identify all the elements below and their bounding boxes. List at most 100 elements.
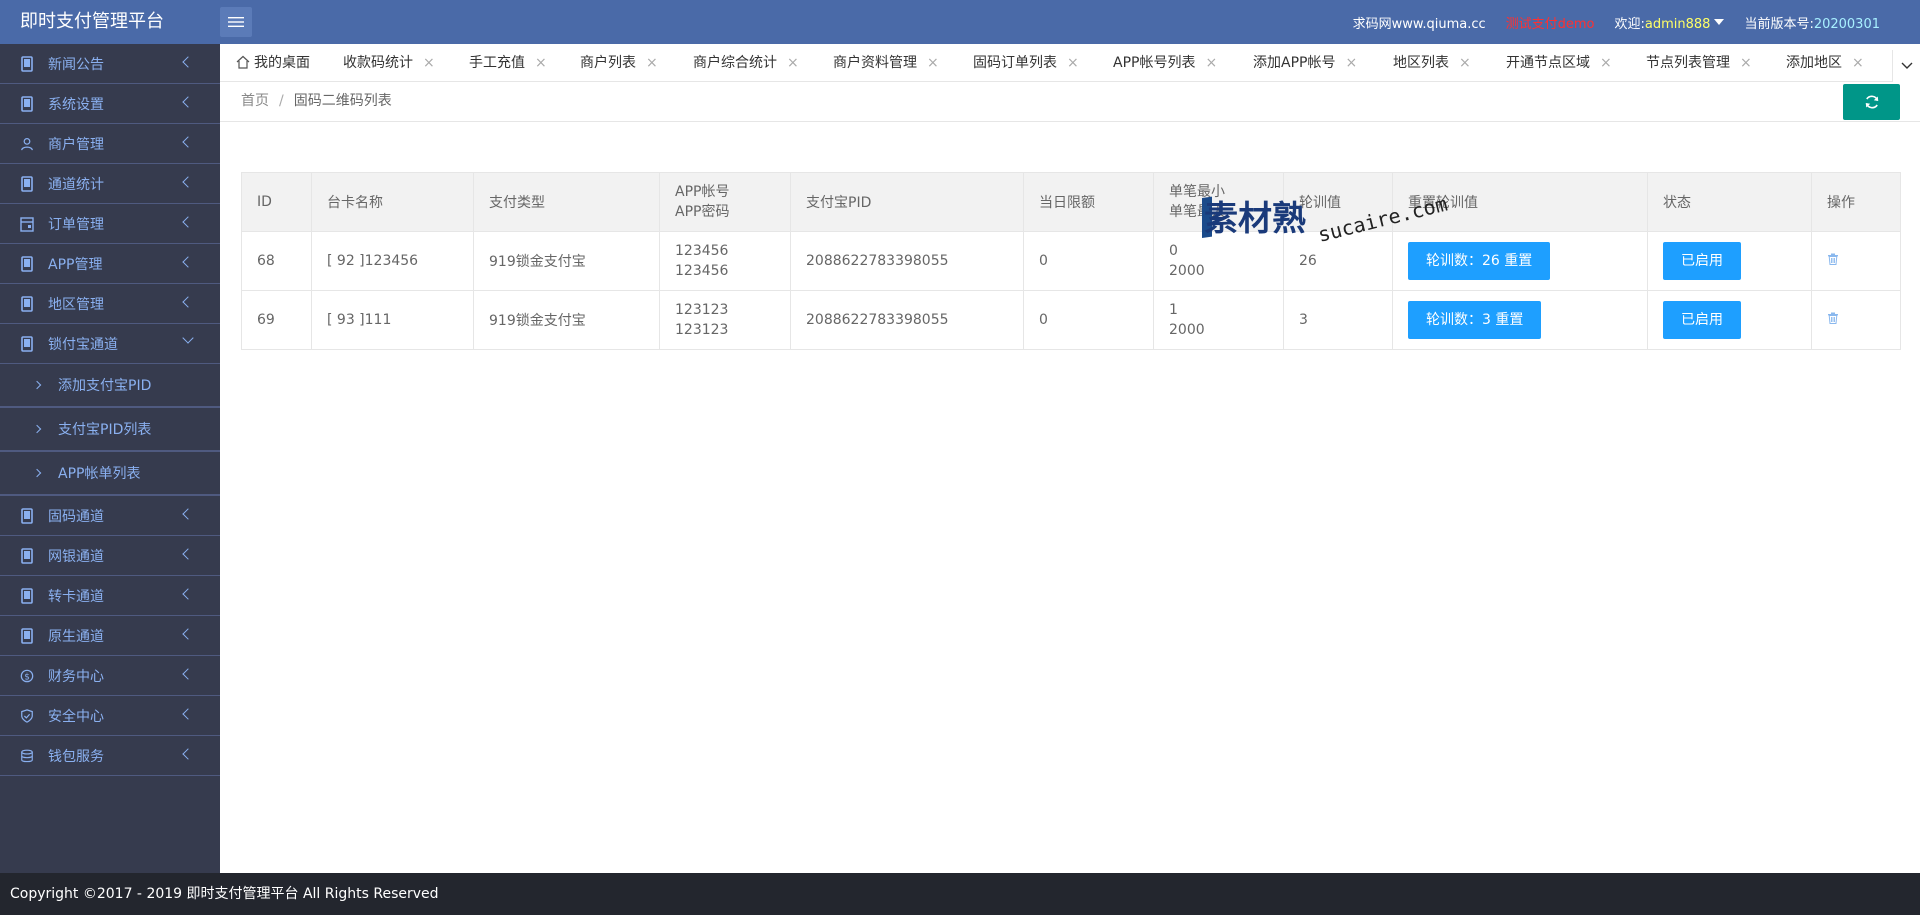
sidebar-item-0[interactable]: 新闻公告 <box>0 44 220 84</box>
cell-status: 已启用 <box>1647 290 1812 350</box>
tab-12[interactable]: 添加地区 × <box>1786 44 1864 82</box>
tab-1[interactable]: 收款码统计 × <box>343 44 435 82</box>
reset-poll-button[interactable]: 轮训数：3 重置 <box>1408 301 1542 339</box>
phone-icon <box>20 627 34 644</box>
header-line-1: 单笔最小 <box>1169 184 1225 200</box>
sidebar-subitem-label: APP帐单列表 <box>58 466 141 482</box>
user-menu[interactable]: 欢迎:admin888 <box>1615 13 1725 32</box>
tab-label: 添加地区 <box>1786 55 1842 71</box>
status-enabled-button[interactable]: 已启用 <box>1663 301 1741 339</box>
cell-daily-limit: 0 <box>1023 231 1154 291</box>
cell-min-max: 1 2000 <box>1153 290 1284 350</box>
breadcrumb-separator: / <box>279 93 284 109</box>
close-icon[interactable]: × <box>1067 55 1079 71</box>
sidebar-item-after-0[interactable]: 固码通道 <box>0 496 220 536</box>
header-label: 当日限额 <box>1039 195 1095 211</box>
column-header-9: 状态 <box>1647 172 1812 232</box>
tab-label: 节点列表管理 <box>1646 55 1730 71</box>
tab-6[interactable]: 固码订单列表 × <box>973 44 1079 82</box>
tab-0[interactable]: 我的桌面 <box>236 44 310 82</box>
tab-4[interactable]: 商户综合统计 × <box>693 44 799 82</box>
cell-reset: 轮训数：26 重置 <box>1392 231 1648 291</box>
sidebar-item-1[interactable]: 系统设置 <box>0 84 220 124</box>
close-icon[interactable]: × <box>535 55 547 71</box>
sidebar-item-label: 固码通道 <box>48 508 104 525</box>
phone-icon <box>20 255 34 272</box>
sidebar-item-4[interactable]: 订单管理 <box>0 204 220 244</box>
close-icon[interactable]: × <box>927 55 939 71</box>
cell-name: [ 93 ]111 <box>311 290 474 350</box>
tab-label: 添加APP帐号 <box>1253 55 1336 71</box>
close-icon[interactable]: × <box>1345 55 1357 71</box>
cell-id: 69 <box>241 290 312 350</box>
column-header-3: APP帐号 APP密码 <box>659 172 791 232</box>
trash-icon[interactable] <box>1827 253 1839 269</box>
menu-toggle-button[interactable] <box>220 7 252 37</box>
refresh-icon <box>1865 95 1878 109</box>
sidebar-subitem-1[interactable]: 支付宝PID列表 <box>0 408 220 452</box>
tab-8[interactable]: 添加APP帐号 × <box>1253 44 1357 82</box>
table-header-row: ID 台卡名称 支付类型 APP帐号 APP密码 支付宝PID 当日限额 单笔最小 单笔最大 轮训… <box>241 172 1901 232</box>
refresh-button[interactable] <box>1843 84 1900 120</box>
sidebar-item-7[interactable]: 锁付宝通道 <box>0 324 220 364</box>
sidebar-item-6[interactable]: 地区管理 <box>0 284 220 324</box>
sidebar-subitem-2[interactable]: APP帐单列表 <box>0 452 220 496</box>
column-header-8: 重置轮训值 <box>1392 172 1648 232</box>
phone-icon <box>20 547 34 564</box>
sidebar-item-after-1[interactable]: 网银通道 <box>0 536 220 576</box>
sidebar-item-after-4[interactable]: $ 财务中心 <box>0 656 220 696</box>
sidebar-item-5[interactable]: APP管理 <box>0 244 220 284</box>
tab-5[interactable]: 商户资料管理 × <box>833 44 939 82</box>
sidebar-item-3[interactable]: 通道统计 <box>0 164 220 204</box>
cell-pay-type: 919锁金支付宝 <box>473 231 660 291</box>
column-header-2: 支付类型 <box>473 172 660 232</box>
reset-poll-button[interactable]: 轮训数：26 重置 <box>1408 242 1551 280</box>
sidebar-item-label: 通道统计 <box>48 176 104 193</box>
username[interactable]: admin888 <box>1645 17 1711 32</box>
close-icon[interactable]: × <box>787 55 799 71</box>
tab-9[interactable]: 地区列表 × <box>1393 44 1471 82</box>
close-icon[interactable]: × <box>1852 55 1864 71</box>
caret-down-icon[interactable] <box>1714 18 1725 25</box>
sidebar-item-after-2[interactable]: 转卡通道 <box>0 576 220 616</box>
close-icon[interactable]: × <box>1459 55 1471 71</box>
close-icon[interactable]: × <box>1205 55 1217 71</box>
close-icon[interactable]: × <box>1600 55 1612 71</box>
sidebar-item-label: 锁付宝通道 <box>48 336 118 353</box>
welcome-label: 欢迎: <box>1614 16 1645 32</box>
header-label: ID <box>257 194 272 210</box>
tab-label: 地区列表 <box>1393 55 1449 71</box>
sidebar-item-label: APP管理 <box>48 256 103 273</box>
site-link[interactable]: 求码网www.qiuma.cc <box>1353 13 1486 32</box>
test-account-link[interactable]: 测试支付demo <box>1506 13 1595 32</box>
shield-icon <box>20 708 34 724</box>
sidebar-item-after-3[interactable]: 原生通道 <box>0 616 220 656</box>
database-icon <box>20 748 34 764</box>
sidebar-item-label: 新闻公告 <box>48 56 104 73</box>
sidebar-subitem-0[interactable]: 添加支付宝PID <box>0 364 220 408</box>
phone-icon <box>20 95 34 112</box>
tab-more-button[interactable] <box>1892 50 1920 82</box>
close-icon[interactable]: × <box>423 55 435 71</box>
sidebar-item-after-6[interactable]: 钱包服务 <box>0 736 220 776</box>
sidebar-item-2[interactable]: 商户管理 <box>0 124 220 164</box>
trash-icon[interactable] <box>1827 312 1839 328</box>
breadcrumb-home[interactable]: 首页 <box>241 93 269 109</box>
status-enabled-button[interactable]: 已启用 <box>1663 242 1741 280</box>
calendar-icon <box>20 216 34 232</box>
tab-2[interactable]: 手工充值 × <box>469 44 547 82</box>
tab-7[interactable]: APP帐号列表 × <box>1113 44 1217 82</box>
tab-label: 商户列表 <box>580 55 636 71</box>
close-icon[interactable]: × <box>1740 55 1752 71</box>
cell-min: 0 <box>1169 243 1178 259</box>
cell-max: 2000 <box>1169 263 1205 279</box>
cell-app-credentials: 123123 123123 <box>659 290 791 350</box>
sidebar-item-label: 网银通道 <box>48 548 104 565</box>
sidebar-item-after-5[interactable]: 安全中心 <box>0 696 220 736</box>
tab-10[interactable]: 开通节点区域 × <box>1506 44 1612 82</box>
tab-3[interactable]: 商户列表 × <box>580 44 658 82</box>
close-icon[interactable]: × <box>646 55 658 71</box>
header-label: 轮训值 <box>1299 195 1341 211</box>
tab-11[interactable]: 节点列表管理 × <box>1646 44 1752 82</box>
phone-icon <box>20 295 34 312</box>
